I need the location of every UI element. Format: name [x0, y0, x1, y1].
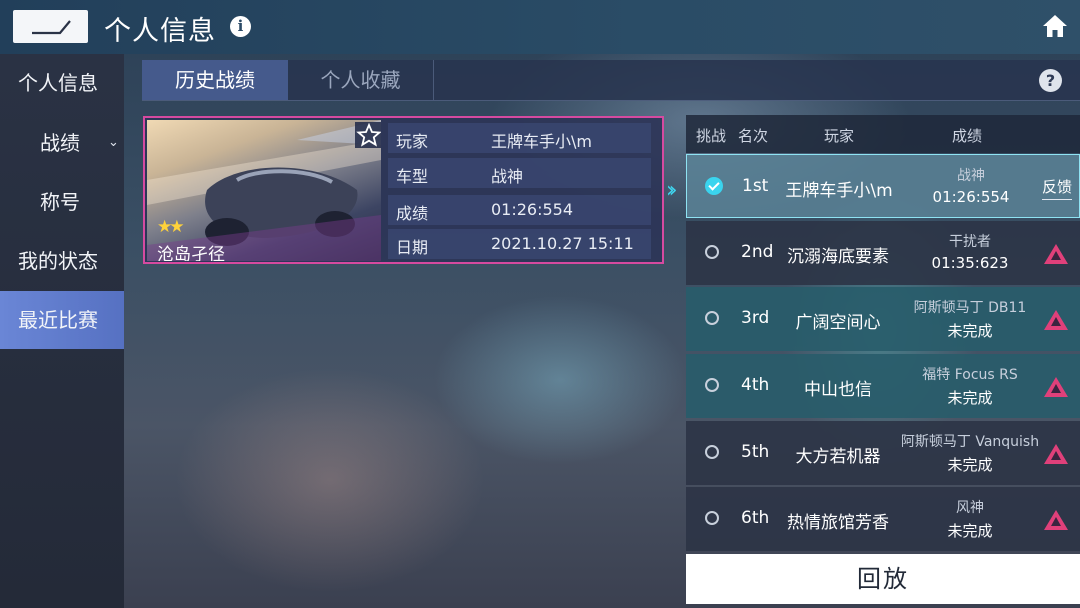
row-player: 大方若机器 — [795, 447, 881, 467]
row-car: 阿斯顿马丁 Vanquish — [900, 434, 1040, 450]
header-place: 名次 — [738, 127, 769, 145]
help-icon[interactable]: ? — [1039, 69, 1062, 92]
row-place: 6th — [741, 508, 770, 528]
back-arrow-icon — [32, 20, 71, 35]
ranking-row[interactable]: 6th 热情旅馆芳香 风神 未完成 — [686, 487, 1080, 551]
challenge-icon[interactable] — [1043, 243, 1069, 265]
info-row-result: 成绩 01:26:554 — [388, 195, 651, 225]
row-player: 王牌车手小\m — [785, 181, 893, 201]
radio-icon[interactable] — [705, 511, 719, 525]
info-value: 王牌车手小\m — [491, 132, 592, 151]
tab-favorites[interactable]: 个人收藏 — [288, 60, 434, 100]
track-thumbnail: ★★ 沧岛孑径 — [147, 120, 381, 261]
sidebar-item-titles[interactable]: 称号 — [0, 173, 124, 231]
challenge-icon[interactable] — [1043, 509, 1069, 531]
row-result: 01:26:554 — [932, 188, 1010, 206]
difficulty-stars: ★★ — [157, 217, 185, 237]
info-row-date: 日期 2021.10.27 15:11 — [388, 229, 651, 259]
sidebar-item-profile[interactable]: 个人信息 — [0, 54, 124, 112]
row-result: 未完成 — [947, 322, 993, 340]
row-result: 01:35:623 — [931, 254, 1009, 272]
ranking-header: 挑战 名次 玩家 成绩 — [686, 115, 1080, 153]
checked-radio-icon[interactable] — [705, 177, 723, 195]
feedback-link[interactable]: 反馈 — [1042, 176, 1073, 200]
radio-icon[interactable] — [705, 445, 719, 459]
info-key: 玩家 — [396, 132, 429, 151]
ranking-row[interactable]: 5th 大方若机器 阿斯顿马丁 Vanquish 未完成 — [686, 421, 1080, 485]
info-value: 2021.10.27 15:11 — [491, 234, 634, 253]
sidebar-item-recent-races[interactable]: 最近比赛 — [0, 291, 124, 349]
tab-bar: 历史战绩 个人收藏 ? — [142, 60, 1080, 101]
sidebar-item-record[interactable]: 战绩 ⌄ — [0, 114, 124, 172]
sidebar-item-label: 称号 — [40, 190, 80, 214]
radio-icon[interactable] — [705, 311, 719, 325]
replay-button[interactable]: 回放 — [686, 554, 1080, 604]
row-player: 中山也信 — [804, 380, 872, 400]
double-chevron-right-icon: ›› — [666, 178, 677, 203]
page-title: 个人信息 — [104, 16, 216, 47]
tab-history-record[interactable]: 历史战绩 — [142, 60, 288, 100]
row-result: 未完成 — [947, 522, 993, 540]
info-key: 日期 — [396, 238, 429, 257]
home-icon[interactable] — [1042, 13, 1068, 39]
game-screen: 个人信息 i 个人信息 战绩 ⌄ 称号 我的状态 最近比赛 历史战绩 个人收藏 … — [0, 0, 1080, 608]
row-place: 2nd — [741, 242, 774, 262]
sidebar-item-label: 战绩 — [40, 131, 80, 155]
row-place: 3rd — [741, 308, 770, 328]
sidebar-item-label: 我的状态 — [18, 249, 98, 273]
info-key: 成绩 — [396, 204, 429, 223]
challenge-icon[interactable] — [1043, 376, 1069, 398]
ranking-row[interactable]: 4th 中山也信 福特 Focus RS 未完成 — [686, 354, 1080, 418]
header-player: 玩家 — [824, 127, 855, 145]
info-key: 车型 — [396, 167, 429, 186]
row-player: 热情旅馆芳香 — [787, 513, 889, 533]
info-row-car: 车型 战神 — [388, 158, 651, 188]
challenge-icon[interactable] — [1043, 309, 1069, 331]
ranking-row[interactable]: 2nd 沉溺海底要素 干扰者 01:35:623 — [686, 221, 1080, 285]
row-result: 未完成 — [947, 456, 993, 474]
row-place: 5th — [741, 442, 770, 462]
ranking-row[interactable]: 3rd 广阔空间心 阿斯顿马丁 DB11 未完成 — [686, 287, 1080, 351]
sidebar: 个人信息 战绩 ⌄ 称号 我的状态 最近比赛 — [0, 54, 124, 608]
sidebar-item-label: 最近比赛 — [18, 308, 98, 332]
challenge-icon[interactable] — [1043, 443, 1069, 465]
row-place: 1st — [742, 176, 769, 196]
star-outline-icon — [356, 122, 381, 147]
back-button[interactable] — [13, 10, 88, 43]
sidebar-item-label: 个人信息 — [18, 71, 98, 95]
row-result: 未完成 — [947, 389, 993, 407]
row-car: 福特 Focus RS — [922, 367, 1018, 383]
info-row-player: 玩家 王牌车手小\m — [388, 123, 651, 153]
row-car: 战神 — [957, 168, 985, 184]
header-result: 成绩 — [952, 127, 983, 145]
radio-icon[interactable] — [705, 245, 719, 259]
row-car: 干扰者 — [949, 234, 991, 250]
chevron-double-down-icon: ⌄ — [108, 135, 119, 150]
ranking-row[interactable]: 1st 王牌车手小\m 战神 01:26:554 反馈 — [686, 154, 1080, 218]
track-name: 沧岛孑径 — [157, 245, 225, 261]
row-place: 4th — [741, 375, 770, 395]
row-car: 阿斯顿马丁 DB11 — [913, 300, 1027, 316]
info-icon[interactable]: i — [230, 16, 251, 37]
row-car: 风神 — [956, 500, 984, 516]
info-value: 01:26:554 — [491, 200, 574, 219]
row-player: 沉溺海底要素 — [787, 247, 889, 267]
radio-icon[interactable] — [705, 378, 719, 392]
sidebar-item-my-status[interactable]: 我的状态 — [0, 232, 124, 290]
top-bar: 个人信息 i — [0, 0, 1080, 54]
favorite-star-button[interactable] — [355, 122, 381, 148]
row-player: 广阔空间心 — [795, 313, 881, 333]
header-challenge: 挑战 — [696, 127, 727, 145]
info-value: 战神 — [491, 167, 524, 186]
